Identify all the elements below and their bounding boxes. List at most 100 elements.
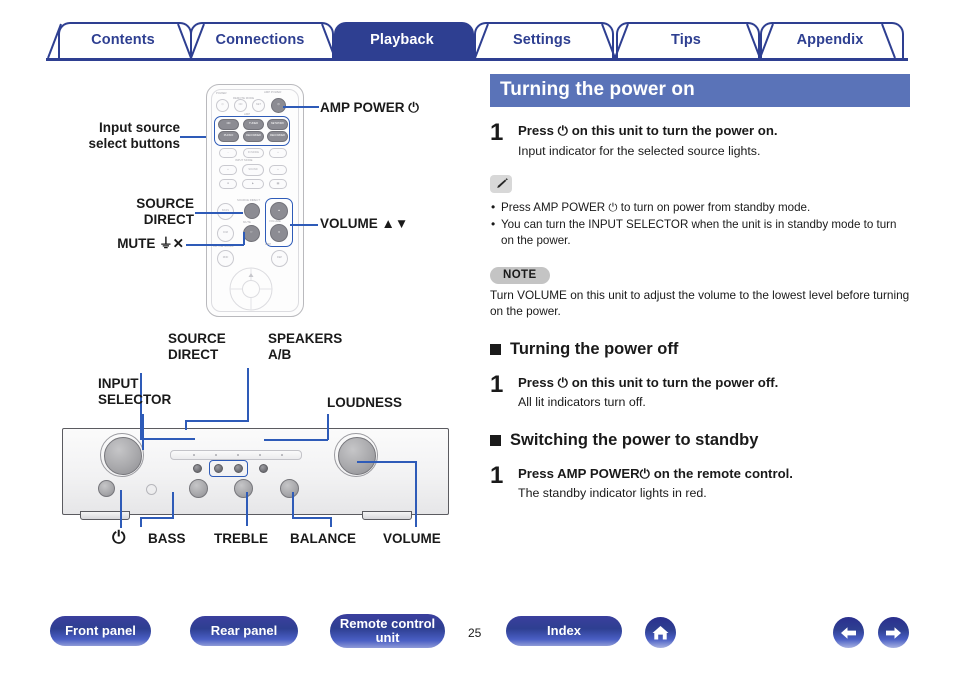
- step-title: Press AMP POWER⏻ on the remote control.: [518, 465, 793, 481]
- remote-source-network-button[interactable]: NETWORK: [267, 119, 288, 130]
- label-power-front: ⏻: [112, 528, 126, 547]
- front-panel-button[interactable]: Front panel: [50, 616, 151, 646]
- tab-contents[interactable]: Contents: [58, 22, 192, 60]
- power-button-front[interactable]: [98, 480, 115, 497]
- source-direct-button-front[interactable]: [193, 464, 202, 473]
- remote-source-recorder1-button[interactable]: RECORDER: [243, 131, 264, 142]
- leader-input-source: [180, 136, 206, 138]
- remote-net-mode-button[interactable]: NET: [252, 99, 265, 112]
- remote-play-button[interactable]: ▶: [242, 179, 264, 189]
- remote-control-unit-button[interactable]: Remote control unit: [330, 614, 445, 648]
- treble-knob[interactable]: [234, 479, 253, 498]
- label-treble: TREBLE: [214, 531, 268, 546]
- step-turn-off: 1 Press ⏻ on this unit to turn the power…: [490, 370, 910, 411]
- illustration-area: POWER AMP POWER REMOTE MODE ⏻ CD NET ⏻ A…: [0, 0, 490, 600]
- tab-tips-label: Tips: [671, 32, 701, 48]
- remote-skip-fwd-button[interactable]: »: [269, 165, 287, 175]
- headphone-jack: [146, 484, 157, 495]
- remote-navigation-cluster[interactable]: [221, 267, 281, 311]
- remote-cd-mode-button[interactable]: CD: [234, 99, 247, 112]
- remote-sound-mode-button[interactable]: SOUND: [242, 164, 264, 176]
- remote-source-direct-button[interactable]: [244, 203, 260, 219]
- front-panel-foot-left: [80, 511, 130, 520]
- remote-source-recorder2-button[interactable]: RECORDER: [267, 131, 288, 142]
- bass-knob[interactable]: [189, 479, 208, 498]
- tab-playback[interactable]: Playback: [334, 22, 474, 60]
- tab-tips[interactable]: Tips: [616, 22, 760, 60]
- tab-appendix-label: Appendix: [796, 32, 864, 48]
- step-number: 1: [490, 370, 504, 398]
- leader-speakers-ab-v: [247, 368, 249, 421]
- tab-settings-label: Settings: [513, 32, 571, 48]
- remote-source-tuner-button[interactable]: TUNER: [243, 119, 264, 130]
- leader-amp-power: [283, 106, 319, 108]
- remote-pause-button[interactable]: ▮▮: [269, 179, 287, 189]
- loudness-button[interactable]: [259, 464, 268, 473]
- label-loudness: LOUDNESS: [327, 395, 403, 410]
- leader-treble: [246, 492, 248, 526]
- leader-volume-panel-v: [415, 461, 417, 527]
- subheading-label: Switching the power to standby: [510, 430, 759, 449]
- remote-volume-down-button[interactable]: ▼: [270, 224, 288, 242]
- step-title: Press ⏻ on this unit to turn the power o…: [518, 374, 779, 390]
- step-description: Input indicator for the selected source …: [518, 143, 761, 158]
- tip-list: Press AMP POWER ⏻ to turn on power from …: [490, 199, 910, 249]
- leader-speakers-ab-h: [185, 420, 249, 422]
- page-title: Turning the power on: [490, 74, 910, 107]
- remote-repeat-button[interactable]: REP: [271, 250, 288, 267]
- remote-control-illustration: POWER AMP POWER REMOTE MODE ⏻ CD NET ⏻ A…: [206, 84, 304, 317]
- tab-appendix[interactable]: Appendix: [760, 22, 904, 60]
- index-button[interactable]: Index: [506, 616, 622, 646]
- arrow-right-icon[interactable]: [878, 617, 909, 648]
- volume-ring: [334, 433, 378, 477]
- label-bass: BASS: [148, 531, 186, 546]
- tab-settings[interactable]: Settings: [474, 22, 614, 60]
- leader-source-direct-panel-h: [140, 438, 195, 440]
- front-panel-display: [170, 450, 302, 460]
- leader-speakers-ab-drop: [185, 420, 187, 430]
- rear-panel-button[interactable]: Rear panel: [190, 616, 298, 646]
- balance-knob[interactable]: [280, 479, 299, 498]
- remote-power-caption: POWER: [216, 91, 227, 95]
- remote-skip-back-button[interactable]: «: [219, 165, 237, 175]
- arrow-left-icon[interactable]: [833, 617, 864, 648]
- remote-input-mode-button[interactable]: IN MODE: [243, 148, 264, 158]
- label-input-source-select-buttons: Input source select buttons: [88, 120, 180, 151]
- label-volume-panel: VOLUME: [383, 531, 441, 546]
- label-volume-remote: VOLUME ▲▼: [320, 216, 409, 231]
- remote-random-button[interactable]: RND: [217, 250, 234, 267]
- leader-loudness-h: [264, 439, 328, 441]
- speakers-b-button[interactable]: [234, 464, 243, 473]
- label-speakers-ab: SPEAKERS A/B: [268, 331, 343, 362]
- remote-source-cd-button[interactable]: CD: [218, 119, 239, 130]
- remote-source-phono-button[interactable]: PHONO: [218, 131, 239, 142]
- leader-mute-h: [186, 244, 244, 246]
- note-text: Turn VOLUME on this unit to adjust the v…: [490, 288, 910, 318]
- leader-source-direct: [195, 212, 243, 214]
- remote-amp-power-caption: AMP POWER: [264, 90, 282, 94]
- remote-dimmer-button[interactable]: DIM: [217, 225, 234, 242]
- home-icon[interactable]: [645, 617, 676, 648]
- step-description: All lit indicators turn off.: [518, 395, 646, 410]
- subheading-turning-power-off: Turning the power off: [490, 340, 910, 359]
- leader-volume-panel-h: [357, 461, 416, 463]
- tab-connections[interactable]: Connections: [190, 22, 334, 60]
- remote-mute-button[interactable]: ✄: [243, 225, 260, 242]
- speakers-a-button[interactable]: [214, 464, 223, 473]
- remote-plus-button[interactable]: +: [269, 148, 287, 158]
- leader-balance-v: [292, 492, 294, 518]
- remote-volume-up-button[interactable]: ▲: [270, 202, 288, 220]
- remote-stop-button[interactable]: ■: [219, 179, 237, 189]
- step-turn-on: 1 Press ⏻ on this unit to turn the power…: [490, 121, 910, 159]
- page-number: 25: [468, 626, 482, 640]
- remote-source-direct-caption: SOURCE DIRECT: [237, 198, 261, 202]
- remote-volume-caption: VOLUME: [269, 219, 281, 223]
- leader-balance-h: [292, 517, 330, 519]
- remote-power-button[interactable]: ⏻: [216, 99, 229, 112]
- tip-block: Press AMP POWER ⏻ to turn on power from …: [490, 174, 910, 249]
- note-badge: NOTE: [490, 267, 550, 285]
- remote-mute-caption: MUTE: [243, 220, 251, 224]
- remote-minus-button[interactable]: −: [219, 148, 237, 158]
- label-balance: BALANCE: [290, 531, 356, 546]
- step-number: 1: [490, 461, 504, 489]
